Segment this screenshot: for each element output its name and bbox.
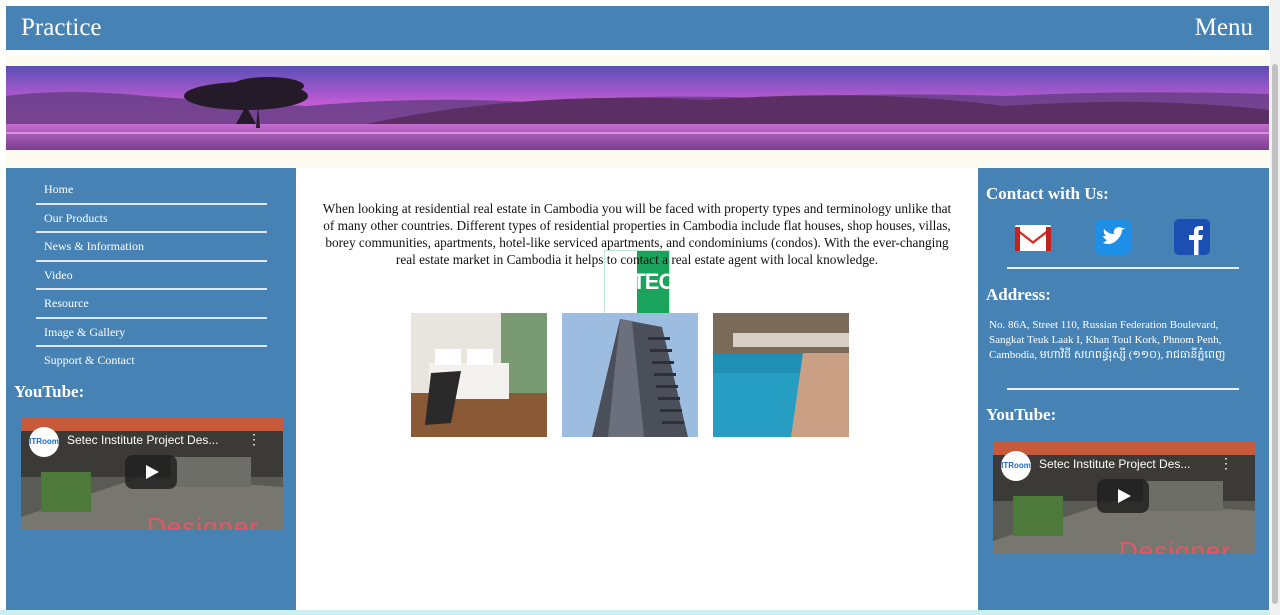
header-bar: Practice Menu xyxy=(6,6,1269,50)
video-title[interactable]: Setec Institute Project Des... xyxy=(1039,457,1190,471)
intro-paragraph: When looking at residential real estate … xyxy=(322,201,952,267)
video-overlay-text: Designer xyxy=(147,512,260,530)
nav-item-resource[interactable]: Resource xyxy=(36,290,267,319)
facebook-icon[interactable] xyxy=(1173,218,1211,256)
right-youtube-video[interactable]: ITRoom Setec Institute Project Des... ⋮ … xyxy=(993,441,1255,554)
page-bottom-edge xyxy=(0,610,1270,615)
contact-heading: Contact with Us: xyxy=(986,184,1109,203)
left-youtube-video[interactable]: ITRoom Setec Institute Project Des... ⋮ … xyxy=(21,417,283,530)
video-overlay-text: Designer xyxy=(1119,536,1232,554)
nav-item-image-gallery[interactable]: Image & Gallery xyxy=(36,319,267,347)
pool-photo xyxy=(713,313,849,437)
scrollbar-thumb[interactable] xyxy=(1272,64,1278,604)
sidebar-nav: Home Our Products News & Information Vid… xyxy=(36,176,267,374)
bedroom-photo xyxy=(411,313,547,437)
right-youtube-heading: YouTube: xyxy=(986,405,1057,424)
address-text: No. 86A, Street 110, Russian Federation … xyxy=(989,319,1226,361)
left-youtube-heading: YouTube: xyxy=(14,382,85,401)
menu-button[interactable]: Menu xyxy=(1195,14,1253,42)
main-content: SETEC When looking at residential real e… xyxy=(296,168,978,613)
left-sidebar: Home Our Products News & Information Vid… xyxy=(6,168,296,613)
nav-item-our-products[interactable]: Our Products xyxy=(36,205,267,233)
more-options-icon[interactable]: ⋮ xyxy=(247,431,261,448)
nav-item-news-information[interactable]: News & Information xyxy=(36,233,267,262)
more-options-icon[interactable]: ⋮ xyxy=(1219,455,1233,472)
address-heading: Address: xyxy=(986,285,1051,304)
channel-avatar: ITRoom xyxy=(29,427,59,457)
play-icon[interactable] xyxy=(125,455,177,489)
play-icon[interactable] xyxy=(1097,479,1149,513)
vertical-scrollbar[interactable] xyxy=(1270,0,1280,615)
video-title[interactable]: Setec Institute Project Des... xyxy=(67,433,218,447)
banner-area xyxy=(6,56,1269,168)
contact-divider xyxy=(1007,267,1239,269)
address-divider xyxy=(1007,388,1239,390)
nav-item-home[interactable]: Home xyxy=(36,176,267,205)
nav-item-support-contact[interactable]: Support & Contact xyxy=(36,347,267,374)
banner-image xyxy=(6,66,1269,150)
right-sidebar: Contact with Us: Address: No. 86A, Stree… xyxy=(978,168,1269,613)
logo-text: SETEC xyxy=(605,269,674,294)
twitter-icon[interactable] xyxy=(1094,218,1132,256)
building-photo xyxy=(562,313,698,437)
gmail-icon[interactable] xyxy=(1014,218,1052,256)
site-title: Practice xyxy=(21,14,102,41)
nav-item-video[interactable]: Video xyxy=(36,262,267,290)
channel-avatar: ITRoom xyxy=(1001,451,1031,481)
